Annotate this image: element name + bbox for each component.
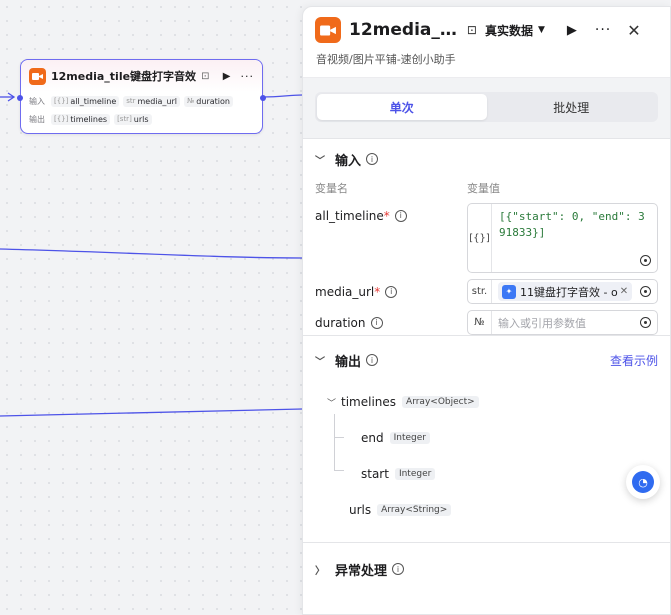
reference-chip[interactable]: ✦ 11键盘打字音效 - o ✕ (498, 282, 633, 301)
chevron-down-icon: ﹀ (315, 155, 325, 167)
duration-input[interactable]: 输入或引用参数值 (492, 311, 657, 334)
output-item-urls: urls Array<String> (325, 492, 658, 528)
video-logo-icon (315, 17, 341, 43)
output-tree: ﹀ timelines Array<Object> end Integer st… (315, 384, 658, 528)
test-run-icon[interactable]: ▶ (223, 71, 231, 82)
var-name: all_timeline * i (315, 203, 467, 228)
media-url-value[interactable]: ✦ 11键盘打字音效 - o ✕ (492, 280, 657, 303)
info-icon[interactable]: i (394, 209, 407, 222)
node-input-chip: № duration (184, 95, 233, 107)
edge-left-2 (0, 408, 303, 417)
run-tabs: 单次 批处理 (315, 92, 658, 122)
more-icon[interactable]: ··· (595, 22, 611, 38)
node-input-chip: [{}] all_timeline (51, 95, 120, 107)
panel-title[interactable]: 12media_… (349, 20, 457, 40)
chevron-down-icon: ﹀ (315, 356, 325, 368)
plugin-icon: ✦ (502, 284, 516, 299)
view-example-link[interactable]: 查看示例 (610, 352, 658, 369)
type-pill: Array<String> (377, 504, 452, 516)
chevron-down-icon[interactable]: ﹀ (327, 396, 341, 409)
output-section-title: 输出 (335, 354, 362, 370)
more-icon[interactable]: ··· (241, 70, 255, 83)
tree-line (334, 414, 335, 470)
var-row-all-timeline: all_timeline * i [{}] [{"start": 0, "end"… (315, 203, 658, 273)
node-config-panel: 12media_… ⊡ 真实数据 ▼ ▶ ··· ✕ 音视频/图片平铺-速创小助… (302, 6, 671, 615)
close-icon[interactable]: ✕ (627, 21, 640, 40)
workflow-node[interactable]: 12media_tile键盘打字音效 ⊡ ▶ ··· 输入 [{}] all_ti… (17, 59, 266, 134)
col-var-value: 变量值 (467, 182, 500, 195)
remove-icon[interactable]: ✕ (620, 286, 628, 297)
type-pill: Integer (389, 432, 430, 444)
tree-line (334, 437, 344, 438)
data-mode-label: 真实数据 (484, 23, 533, 38)
run-tabs-area: 单次 批处理 (303, 77, 670, 138)
caret-down-icon: ▼ (537, 25, 545, 35)
data-mode-dropdown[interactable]: 真实数据 ▼ (485, 22, 545, 39)
node-output-chip: [{}] timelines (51, 113, 111, 125)
node-outputs-row: 输出 [{}] timelines [str] urls (21, 110, 262, 128)
node-title: 12media_tile键盘打字音效 (51, 70, 197, 83)
node-input-label: 输入 (29, 96, 45, 106)
array-type-icon: [{}] (468, 204, 492, 272)
edge-left-1 (0, 248, 303, 259)
input-section-header[interactable]: ﹀ 输入 i (315, 139, 658, 179)
node-inputs-row: 输入 [{}] all_timeline str media_url № durati… (21, 92, 262, 110)
var-row-duration: duration i № 输入或引用参数值 (315, 310, 658, 335)
input-section-title: 输入 (335, 153, 362, 169)
target-icon[interactable] (640, 286, 651, 297)
panel-description: 音视频/图片平铺-速创小助手 (316, 53, 456, 66)
code-editor[interactable]: [{"start": 0, "end": 391833}] (492, 204, 657, 272)
type-pill: Array<Object> (402, 396, 479, 408)
node-header: 12media_tile键盘打字音效 ⊡ ▶ ··· (21, 60, 262, 92)
info-icon[interactable]: i (392, 563, 405, 575)
bot-icon: ⊡ (466, 23, 477, 37)
media-url-field[interactable]: str. ✦ 11键盘打字音效 - o ✕ (467, 279, 658, 304)
var-name: media_url * i (315, 279, 467, 304)
bot-icon: ⊡ (201, 70, 210, 82)
node-input-port[interactable] (17, 95, 23, 101)
output-item-end: end Integer (325, 420, 658, 456)
info-icon[interactable]: i (366, 153, 379, 165)
exception-section: 〉 异常处理 i (303, 542, 670, 595)
target-icon[interactable] (640, 317, 651, 328)
reference-label: 11键盘打字音效 - o (520, 285, 618, 299)
exception-section-title: 异常处理 (335, 563, 388, 579)
output-item-timelines[interactable]: ﹀ timelines Array<Object> (325, 384, 658, 420)
edge-node-out (262, 94, 303, 98)
target-icon[interactable] (640, 255, 651, 266)
code-value: [{"start": 0, "end": 391833}] (499, 210, 645, 239)
var-name: duration i (315, 310, 467, 335)
chevron-right-icon: 〉 (315, 565, 325, 577)
type-pill: Integer (394, 468, 436, 480)
string-type-icon: str. (468, 280, 492, 303)
tab-batch[interactable]: 批处理 (487, 94, 657, 120)
edge-arrow (7, 92, 16, 102)
output-section-header[interactable]: ﹀ 输出 i 查看示例 (315, 336, 658, 384)
output-item-start: start Integer (325, 456, 658, 492)
info-icon[interactable]: i (366, 354, 379, 366)
input-section: ﹀ 输入 i 变量名 变量值 all_timeline * i [{}] [{"s… (303, 138, 670, 335)
node-input-chip: str media_url (123, 95, 181, 107)
number-type-icon: № (468, 311, 492, 334)
info-icon[interactable]: i (385, 285, 398, 298)
node-output-label: 输出 (29, 114, 45, 124)
info-icon[interactable]: i (370, 316, 383, 329)
duration-placeholder: 输入或引用参数值 (498, 316, 586, 330)
duration-field[interactable]: № 输入或引用参数值 (467, 310, 658, 335)
tree-line (334, 470, 344, 471)
all-timeline-field[interactable]: [{}] [{"start": 0, "end": 391833}] (467, 203, 658, 273)
col-var-name: 变量名 (315, 182, 348, 195)
test-run-icon[interactable]: ▶ (567, 23, 577, 38)
chat-icon: ◔ (632, 471, 654, 493)
node-output-chip: [str] urls (114, 113, 152, 125)
output-section: ﹀ 输出 i 查看示例 ﹀ timelines Array<Object> en… (303, 335, 670, 542)
exception-section-header[interactable]: 〉 异常处理 i (315, 543, 658, 595)
node-output-port[interactable] (260, 95, 266, 101)
input-columns: 变量名 变量值 (315, 179, 658, 197)
video-logo-icon (29, 67, 46, 85)
assistant-fab[interactable]: ◔ (626, 465, 660, 499)
var-row-media-url: media_url * i str. ✦ 11键盘打字音效 - o ✕ (315, 279, 658, 304)
panel-header: 12media_… ⊡ 真实数据 ▼ ▶ ··· ✕ (303, 7, 670, 53)
tab-single[interactable]: 单次 (317, 94, 487, 120)
